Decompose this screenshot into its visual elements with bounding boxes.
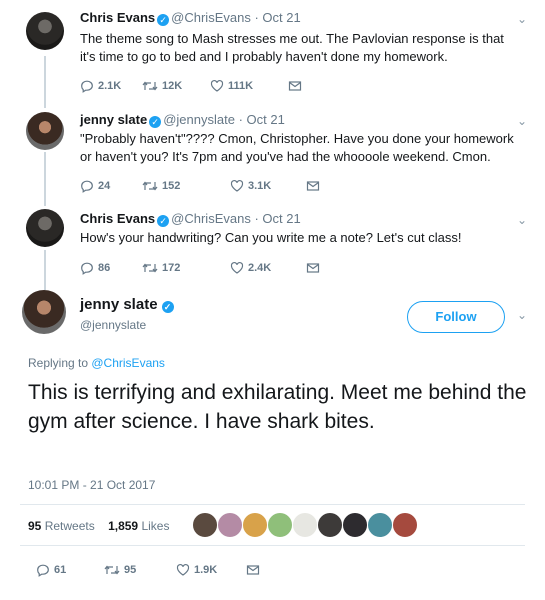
retweet-button[interactable]: 152 <box>142 179 180 193</box>
reply-button[interactable]: 24 <box>80 179 110 193</box>
tweet-actions: 86 172 2.4K <box>80 261 380 277</box>
reply-count: 2.1K <box>98 80 122 92</box>
reply-count: 61 <box>54 564 67 576</box>
verified-badge-icon: ✓ <box>161 301 174 313</box>
reply-icon <box>81 80 93 93</box>
retweet-count: 152 <box>162 180 181 192</box>
retweet-icon <box>142 181 158 191</box>
retweet-icon <box>142 81 158 91</box>
reply-count: 24 <box>98 180 111 192</box>
user-handle[interactable]: @jennyslate <box>163 112 235 127</box>
liker-avatar[interactable] <box>292 512 318 538</box>
verified-badge-icon: ✓ <box>157 215 170 227</box>
like-count: 1.9K <box>194 564 218 576</box>
tweet-header: jenny slate ✓ @jennyslate · Oct 21 <box>80 112 285 128</box>
retweets-stat[interactable]: 95 Retweets <box>28 519 95 533</box>
like-button[interactable]: 3.1K <box>230 179 271 193</box>
avatar[interactable] <box>26 112 64 150</box>
liker-avatar[interactable] <box>192 512 218 538</box>
tweet[interactable]: jenny slate ✓ @jennyslate · Oct 21 ⌄ "Prob… <box>0 108 545 205</box>
tweet-date[interactable]: Oct 21 <box>247 112 285 127</box>
verified-badge-icon: ✓ <box>149 116 162 128</box>
avatar[interactable] <box>26 12 64 50</box>
heart-icon <box>176 563 190 576</box>
like-count: 2.4K <box>248 262 272 274</box>
heart-icon <box>210 79 224 92</box>
liker-avatar[interactable] <box>392 512 418 538</box>
like-button[interactable]: 111K <box>210 79 253 93</box>
tweet-actions: 24 152 3.1K <box>80 179 380 195</box>
chevron-down-icon[interactable]: ⌄ <box>517 12 527 26</box>
display-name[interactable]: Chris Evans <box>80 211 155 226</box>
liker-avatar[interactable] <box>367 512 393 538</box>
user-handle[interactable]: @jennyslate <box>80 318 146 332</box>
display-name[interactable]: Chris Evans <box>80 10 155 25</box>
dm-button[interactable] <box>288 79 302 93</box>
tweet-header: Chris Evans ✓ @ChrisEvans · Oct 21 <box>80 10 301 26</box>
replying-to-handle[interactable]: @ChrisEvans <box>91 356 165 370</box>
like-count: 3.1K <box>248 180 272 192</box>
retweet-count: 12K <box>162 80 183 92</box>
tweet-actions: 2.1K 12K 111K <box>80 79 380 95</box>
reply-button[interactable]: 86 <box>80 261 110 275</box>
verified-badge-icon: ✓ <box>157 14 170 26</box>
retweet-button[interactable]: 95 <box>104 563 136 577</box>
retweet-count: 95 <box>124 564 137 576</box>
retweet-icon <box>104 565 120 575</box>
tweet-text: How's your handwriting? Can you write me… <box>80 230 462 245</box>
reply-icon <box>81 180 93 193</box>
dm-button[interactable] <box>246 563 260 577</box>
display-name[interactable]: jenny slate ✓ <box>80 296 176 313</box>
tweet[interactable]: Chris Evans ✓ @ChrisEvans · Oct 21 ⌄ How's… <box>0 205 545 285</box>
dm-button[interactable] <box>306 179 320 193</box>
envelope-icon <box>246 565 260 575</box>
replying-to: Replying to @ChrisEvans <box>28 356 165 370</box>
liker-avatar[interactable] <box>217 512 243 538</box>
reply-icon <box>37 564 49 577</box>
main-tweet-text: This is terrifying and exhilarating. Mee… <box>28 381 527 433</box>
tweet-text: The theme song to Mash stresses me out. … <box>80 31 504 64</box>
engagement-stats: 95 Retweets 1,859 Likes <box>28 519 169 533</box>
tweet-date[interactable]: Oct 21 <box>262 211 300 226</box>
heart-icon <box>230 261 244 274</box>
chevron-down-icon[interactable]: ⌄ <box>517 308 527 322</box>
display-name[interactable]: jenny slate <box>80 112 147 127</box>
liker-avatar[interactable] <box>342 512 368 538</box>
retweet-icon <box>142 263 158 273</box>
user-handle[interactable]: @ChrisEvans <box>171 10 251 25</box>
main-tweet-actions: 61 95 1.9K <box>36 563 336 579</box>
envelope-icon <box>306 263 320 273</box>
user-handle[interactable]: @ChrisEvans <box>171 211 251 226</box>
tweet-timestamp[interactable]: 10:01 PM - 21 Oct 2017 <box>28 478 155 492</box>
tweet-date[interactable]: Oct 21 <box>262 10 300 25</box>
tweet-text: "Probably haven't"???? Cmon, Christopher… <box>80 131 514 164</box>
dm-button[interactable] <box>306 261 320 275</box>
reply-button[interactable]: 61 <box>36 563 66 577</box>
reply-icon <box>81 262 93 275</box>
heart-icon <box>230 179 244 192</box>
likes-stat[interactable]: 1,859 Likes <box>108 519 169 533</box>
envelope-icon <box>288 81 302 91</box>
retweet-button[interactable]: 12K <box>142 79 182 93</box>
reply-button[interactable]: 2.1K <box>80 79 121 93</box>
chevron-down-icon[interactable]: ⌄ <box>517 114 527 128</box>
retweet-count: 172 <box>162 262 181 274</box>
divider <box>20 504 525 505</box>
chevron-down-icon[interactable]: ⌄ <box>517 213 527 227</box>
tweet-header: Chris Evans ✓ @ChrisEvans · Oct 21 <box>80 211 301 227</box>
retweet-button[interactable]: 172 <box>142 261 180 275</box>
liker-avatar[interactable] <box>267 512 293 538</box>
liker-avatar[interactable] <box>242 512 268 538</box>
reply-count: 86 <box>98 262 111 274</box>
like-button[interactable]: 1.9K <box>176 563 217 577</box>
tweet[interactable]: Chris Evans ✓ @ChrisEvans · Oct 21 ⌄ The t… <box>0 0 545 105</box>
avatar[interactable] <box>26 209 64 247</box>
divider <box>20 545 525 546</box>
like-count: 111K <box>228 80 254 92</box>
liker-avatar[interactable] <box>317 512 343 538</box>
avatar[interactable] <box>22 290 66 334</box>
follow-button[interactable]: Follow <box>407 301 505 333</box>
envelope-icon <box>306 181 320 191</box>
like-button[interactable]: 2.4K <box>230 261 271 275</box>
